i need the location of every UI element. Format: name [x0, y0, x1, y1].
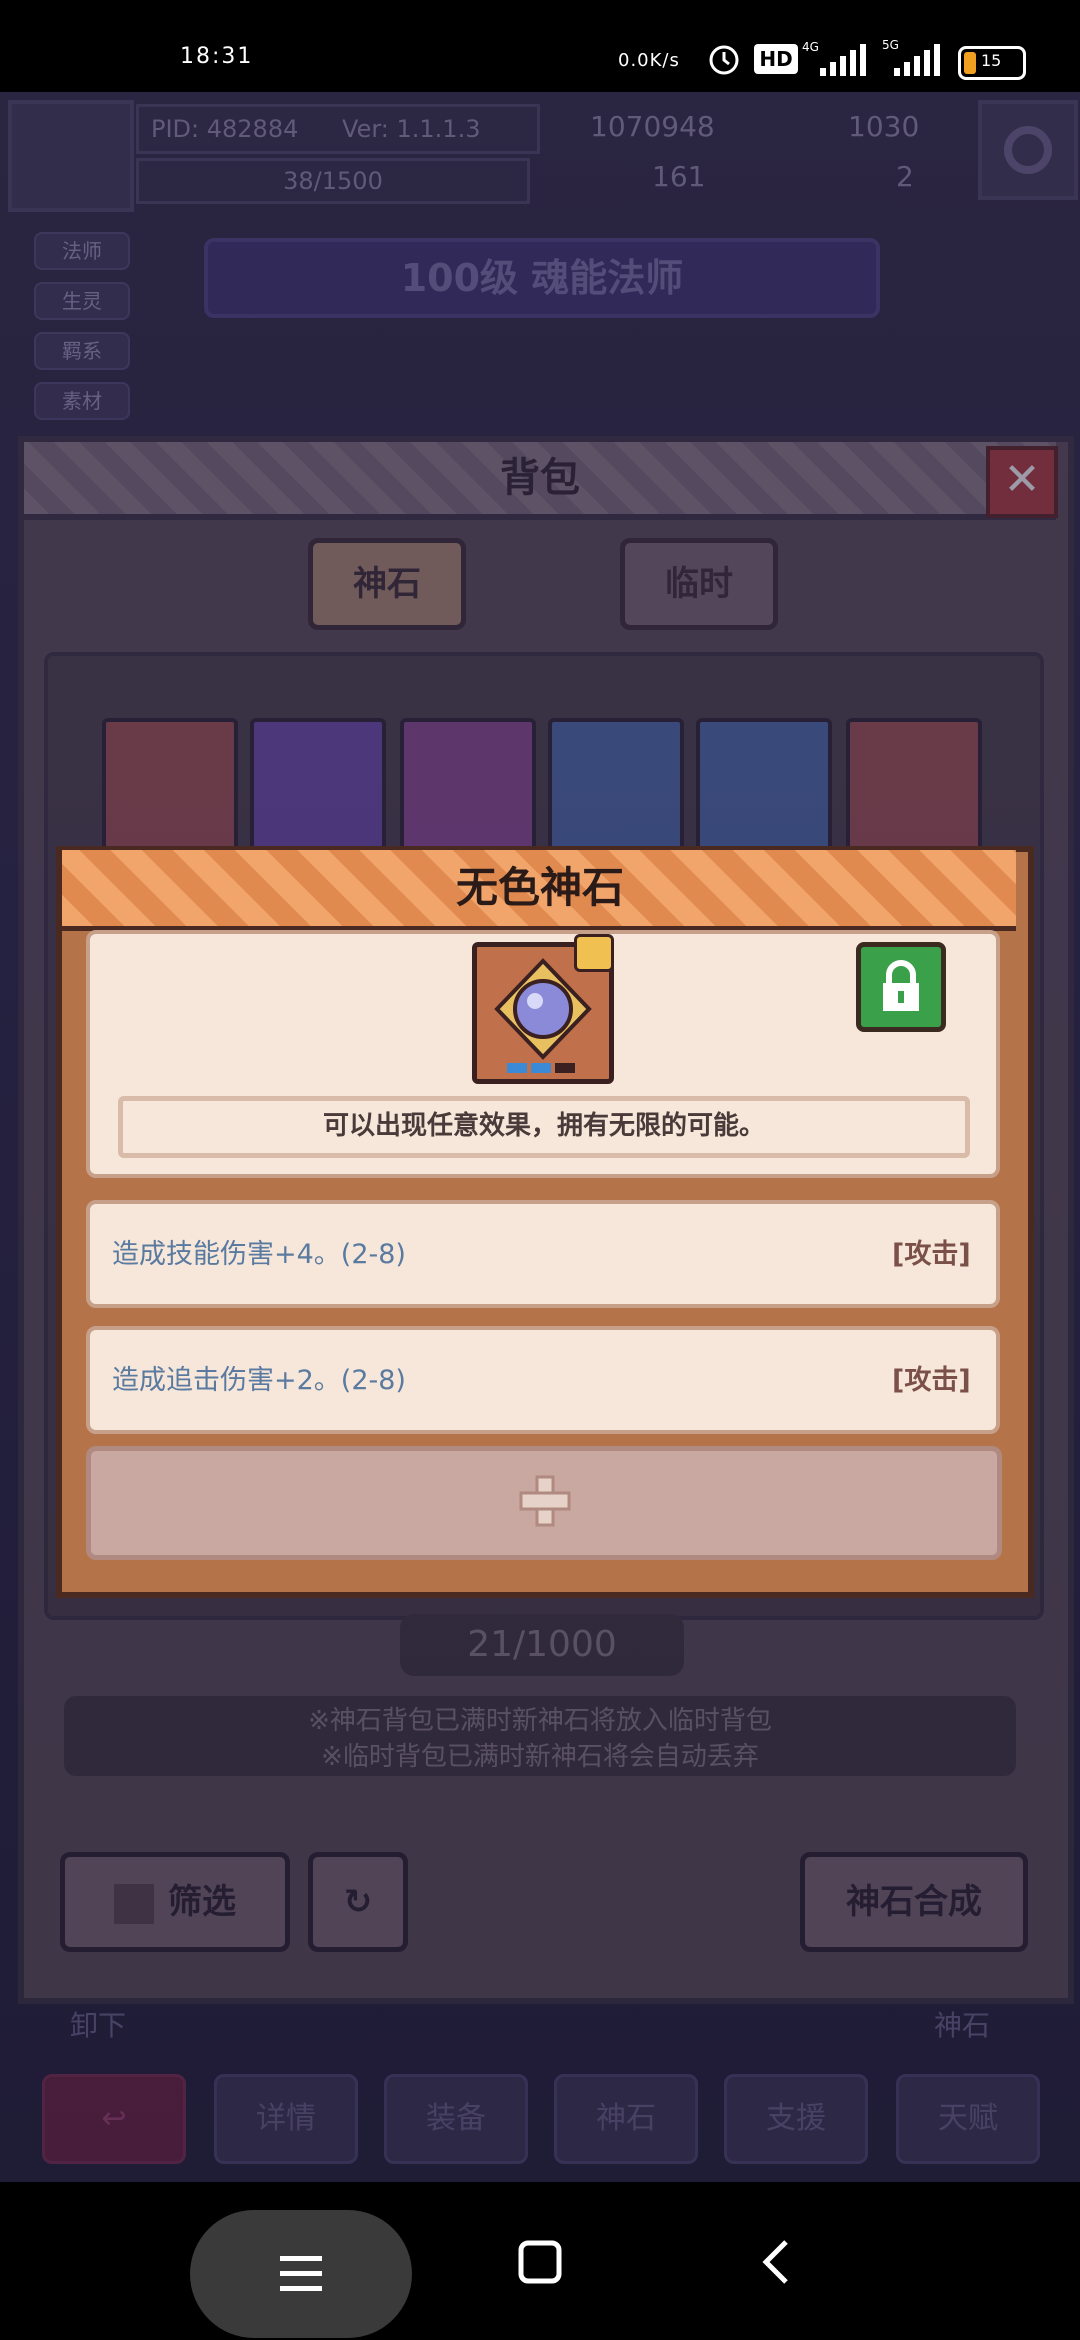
nav-tab-talent[interactable]: 天赋 — [896, 2074, 1040, 2164]
item1-count: 161 — [652, 160, 706, 193]
system-nav-bar — [0, 2182, 1080, 2340]
tab-godstone[interactable]: 神石 — [308, 538, 466, 630]
gem-count: 1030 — [848, 110, 920, 143]
net-4g: 4G — [802, 40, 819, 54]
dialog-title: 无色神石 — [455, 863, 624, 912]
exp-bar: 38/1500 — [136, 158, 530, 204]
filter-label: 筛选 — [168, 1882, 236, 1922]
hd-badge: HD — [754, 44, 798, 74]
plus-icon — [519, 1475, 571, 1527]
gem-slot[interactable] — [696, 718, 832, 854]
character-title: 100级 魂能法师 — [204, 238, 880, 318]
gem-slot[interactable] — [102, 718, 238, 854]
tag-bond[interactable]: 羁系 — [34, 332, 130, 370]
nav-tab-godstone[interactable]: 神石 — [554, 2074, 698, 2164]
status-bar: 18:31 0.0K/s HD 4G 5G 15 — [0, 0, 1080, 92]
gem-description: 可以出现任意效果，拥有无限的可能。 — [322, 1111, 765, 1141]
battery-icon: 15 — [958, 46, 1026, 80]
remove-label[interactable]: 卸下 — [70, 2004, 126, 2044]
filter-button[interactable]: 筛选 — [60, 1852, 290, 1952]
player-avatar[interactable] — [8, 100, 134, 212]
add-effect-slot[interactable] — [86, 1446, 1002, 1560]
tag-mage[interactable]: 法师 — [34, 232, 130, 270]
nav-tab-support[interactable]: 支援 — [724, 2074, 868, 2164]
effect-tag: [攻击] — [892, 1239, 971, 1270]
net-speed: 0.0K/s — [618, 50, 680, 71]
menu-pill[interactable] — [190, 2210, 412, 2338]
bag-close-button[interactable]: ✕ — [986, 446, 1058, 518]
signal-icon-2 — [894, 44, 940, 76]
battery-level: 15 — [981, 51, 1002, 70]
menu-icon — [280, 2256, 322, 2291]
clock: 18:31 — [180, 44, 254, 69]
gem-slot[interactable] — [846, 718, 982, 854]
pid-text: PID: 482884 — [151, 115, 299, 143]
refresh-button[interactable]: ↻ — [308, 1852, 408, 1952]
gem-slot[interactable] — [548, 718, 684, 854]
lock-badge-icon — [574, 934, 614, 972]
godstone-small-label[interactable]: 神石 — [934, 2004, 990, 2044]
exp-text: 38/1500 — [283, 167, 383, 195]
gear-icon — [1004, 126, 1052, 174]
item2-count: 2 — [896, 160, 914, 193]
gem-slot[interactable] — [250, 718, 386, 854]
effect-tag: [攻击] — [892, 1365, 971, 1396]
gold-count: 1070948 — [590, 110, 715, 143]
padlock-icon — [883, 960, 919, 1011]
signal-icon — [820, 44, 866, 76]
tag-creature[interactable]: 生灵 — [34, 282, 130, 320]
synthesize-button[interactable]: 神石合成 — [800, 1852, 1028, 1952]
back-icon[interactable] — [758, 2238, 792, 2286]
nav-tab-equipment[interactable]: 装备 — [384, 2074, 528, 2164]
effect-text: 造成追击伤害+2。(2-8) — [112, 1365, 406, 1396]
gem-slot[interactable] — [400, 718, 536, 854]
home-icon[interactable] — [518, 2240, 562, 2284]
effect-text: 造成技能伤害+4。(2-8) — [112, 1239, 406, 1270]
tab-temporary[interactable]: 临时 — [620, 538, 778, 630]
bag-count: 21/1000 — [400, 1614, 684, 1676]
version-text: Ver: 1.1.1.3 — [342, 115, 481, 143]
close-icon: ✕ — [1003, 454, 1041, 505]
note-full-bag: ※神石背包已满时新神石将放入临时背包 — [308, 1706, 772, 1736]
tag-material[interactable]: 素材 — [34, 382, 130, 420]
pid-bar: PID: 482884 Ver: 1.1.1.3 — [136, 104, 540, 154]
settings-button[interactable] — [978, 100, 1078, 200]
nav-tab-details[interactable]: 详情 — [214, 2074, 358, 2164]
grid-icon — [114, 1883, 154, 1924]
bag-title: 背包 — [500, 455, 580, 501]
lock-button[interactable] — [856, 942, 946, 1032]
refresh-icon: ↻ — [343, 1882, 373, 1922]
back-arrow-icon: ↩ — [101, 2101, 127, 2136]
alarm-icon — [709, 45, 739, 75]
back-button[interactable]: ↩ — [42, 2074, 186, 2164]
note-temp-full: ※临时背包已满时新神石将会自动丢弃 — [321, 1742, 759, 1772]
